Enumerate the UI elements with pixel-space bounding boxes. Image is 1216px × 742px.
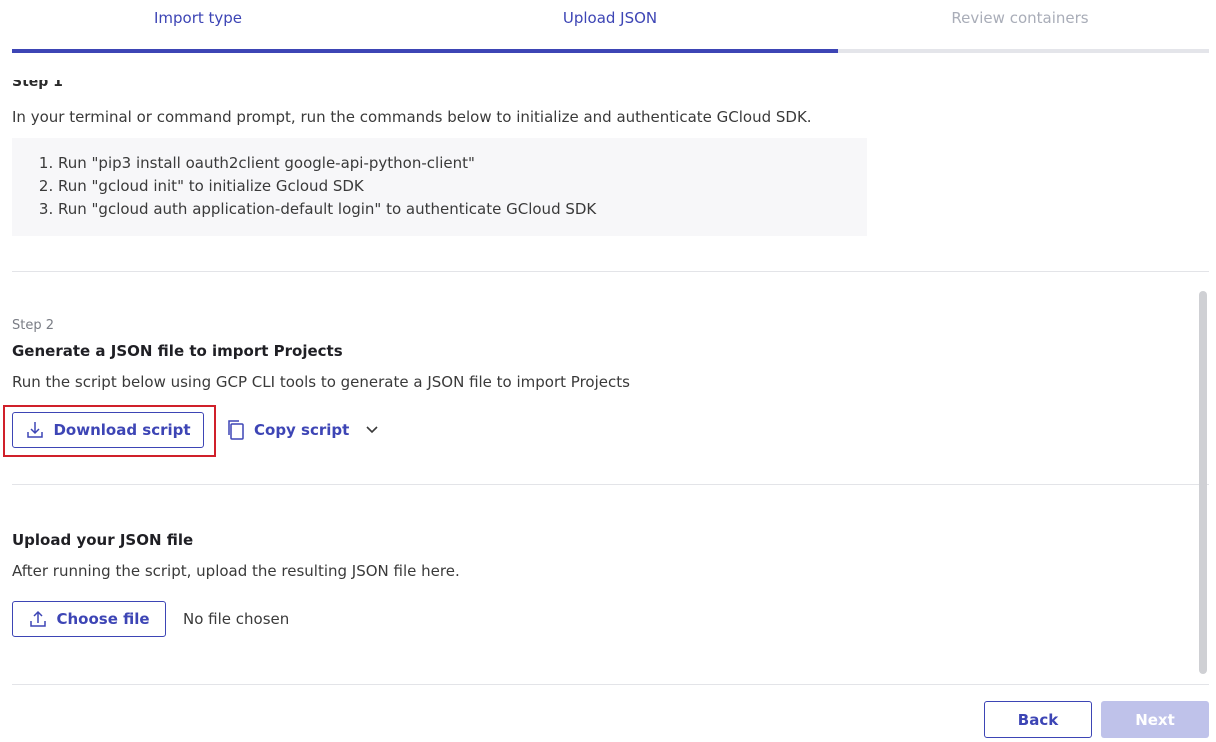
commands-box: Run "pip3 install oauth2client google-ap… xyxy=(12,138,867,236)
upload-description: After running the script, upload the res… xyxy=(12,562,460,580)
tab-import-type[interactable]: Import type xyxy=(98,9,298,27)
copy-icon xyxy=(226,419,254,441)
tab-review-containers: Review containers xyxy=(951,9,1089,27)
divider xyxy=(12,271,1209,272)
step2-description: Run the script below using GCP CLI tools… xyxy=(12,373,630,391)
scrollbar[interactable] xyxy=(1199,291,1207,674)
download-script-label: Download script xyxy=(53,421,191,439)
file-status: No file chosen xyxy=(183,610,290,628)
tab-upload-json[interactable]: Upload JSON xyxy=(510,9,710,27)
stepper-progress-fill xyxy=(12,49,838,53)
copy-script-label: Copy script xyxy=(254,421,350,439)
chevron-down-icon[interactable] xyxy=(362,420,382,440)
command-item: Run "gcloud auth application-default log… xyxy=(58,198,867,221)
divider xyxy=(12,484,1209,485)
footer-divider xyxy=(12,684,1209,685)
upload-title: Upload your JSON file xyxy=(12,531,194,549)
choose-file-button[interactable]: Choose file xyxy=(12,601,166,637)
choose-file-label: Choose file xyxy=(56,610,150,628)
step2-label: Step 2 xyxy=(12,318,55,333)
copy-script-button[interactable]: Copy script xyxy=(226,416,349,444)
back-button[interactable]: Back xyxy=(984,701,1092,738)
step1-instruction: In your terminal or command prompt, run … xyxy=(12,108,812,126)
download-icon xyxy=(25,420,53,440)
step1-heading: Step 1 xyxy=(12,80,63,90)
step2-title: Generate a JSON file to import Projects xyxy=(12,342,343,360)
command-item: Run "pip3 install oauth2client google-ap… xyxy=(58,152,867,175)
upload-icon xyxy=(28,609,56,629)
next-button[interactable]: Next xyxy=(1101,701,1209,738)
command-item: Run "gcloud init" to initialize Gcloud S… xyxy=(58,175,867,198)
download-script-button[interactable]: Download script xyxy=(12,412,204,448)
stepper-progress-bar xyxy=(12,49,1209,53)
